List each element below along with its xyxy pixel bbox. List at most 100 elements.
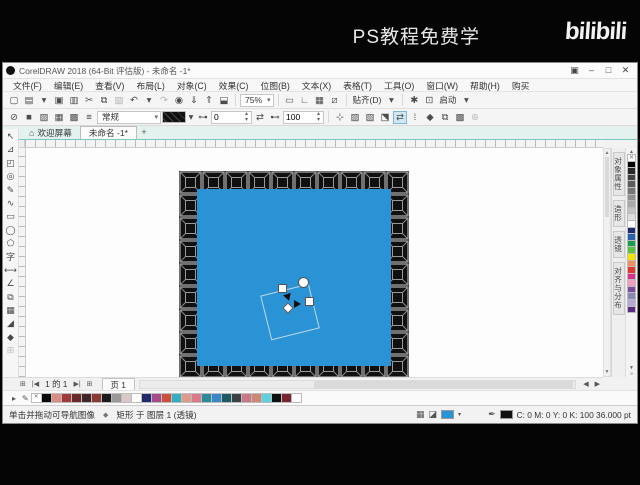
menu-buy[interactable]: 购买 xyxy=(506,79,536,92)
horizontal-scroll-thumb[interactable] xyxy=(314,381,573,388)
paste-icon[interactable]: ▨ xyxy=(112,94,126,107)
fill-color-swatch[interactable] xyxy=(441,410,454,419)
menu-bitmaps[interactable]: 位图(B) xyxy=(254,79,295,92)
menu-text[interactable]: 文本(X) xyxy=(296,79,337,92)
polygon-tool[interactable]: ⬠ xyxy=(4,237,18,250)
first-page-icon[interactable]: |◀ xyxy=(29,380,42,388)
export-icon[interactable]: ⇑ xyxy=(202,94,216,107)
copy-icon[interactable]: ⧉ xyxy=(97,94,111,107)
ellipse-tool[interactable]: ◯ xyxy=(4,224,18,237)
search-icon[interactable]: ◉ xyxy=(172,94,186,107)
docker-tab-object-properties[interactable]: 对象属性 xyxy=(613,152,625,196)
transparency-tool[interactable]: ▦ xyxy=(4,304,18,317)
background-transparency-input[interactable] xyxy=(284,112,314,122)
menu-object[interactable]: 对象(C) xyxy=(171,79,213,92)
workspace-icon[interactable]: ▣ xyxy=(566,64,583,77)
rectangle-tool[interactable]: ▭ xyxy=(4,210,18,223)
add-page-button[interactable]: ⊞ xyxy=(17,380,29,388)
transparency-pattern-picker[interactable] xyxy=(162,111,186,123)
merge-mode-combo[interactable]: 常规 ▾ xyxy=(97,111,161,124)
save-icon[interactable]: ▣ xyxy=(52,94,66,107)
outline-color-swatch[interactable] xyxy=(500,410,513,419)
redo-icon[interactable]: ↷ xyxy=(157,94,171,107)
text-tool[interactable]: 字 xyxy=(4,251,18,264)
print-icon[interactable]: ▥ xyxy=(67,94,81,107)
open-caret-icon[interactable]: ▾ xyxy=(37,94,51,107)
snap-to-button[interactable]: 贴齐(D) xyxy=(351,94,384,106)
horizontal-ruler[interactable] xyxy=(25,140,603,148)
handle-arrow-right-icon[interactable] xyxy=(294,300,301,308)
zoom-tool[interactable]: ◎ xyxy=(4,170,18,183)
wrap-transparency-icon[interactable]: ▩ xyxy=(453,111,467,124)
add-page-button[interactable]: ⊞ xyxy=(84,380,96,388)
transparency-options-icon[interactable]: ≡ xyxy=(82,111,96,124)
docker-tab-lens[interactable]: 透镜 xyxy=(613,231,625,258)
vertical-scrollbar[interactable]: ▲ ▼ xyxy=(603,148,611,377)
chevron-down-icon[interactable]: ▾ xyxy=(384,94,398,107)
palette-expand-icon[interactable]: » xyxy=(630,371,633,377)
reset-transparency-icon[interactable]: ⊕ xyxy=(468,111,482,124)
scroll-left-icon[interactable]: ◀ xyxy=(580,380,591,388)
freeze-transparency-icon[interactable]: ⁞ xyxy=(408,111,422,124)
no-transparency-icon[interactable]: ⊘ xyxy=(7,111,21,124)
tab-untitled-document[interactable]: 未命名 -1* xyxy=(80,126,137,139)
close-button[interactable]: ✕ xyxy=(617,64,634,77)
page-1-tab[interactable]: 页 1 xyxy=(102,378,135,390)
fill-flyout-icon[interactable]: ▾ xyxy=(458,411,461,418)
maximize-button[interactable]: □ xyxy=(600,64,617,77)
scroll-down-icon[interactable]: ▼ xyxy=(604,369,610,375)
foreground-transparency-field[interactable]: ▴▾ xyxy=(211,111,252,124)
minimize-button[interactable]: – xyxy=(583,64,600,77)
transparency-target-icon[interactable]: ⊹ xyxy=(333,111,347,124)
freehand-tool[interactable]: ✎ xyxy=(4,184,18,197)
options-gear-icon[interactable]: ✱ xyxy=(407,94,421,107)
crop-tool[interactable]: ◰ xyxy=(4,157,18,170)
palette-flyout-icon[interactable]: ▸ xyxy=(9,394,19,403)
drawing-canvas[interactable] xyxy=(26,148,603,377)
fill-transparency-icon[interactable]: ▨ xyxy=(348,111,362,124)
shadow-tool[interactable]: ⧉ xyxy=(4,291,18,304)
docker-tab-shaping[interactable]: 造形 xyxy=(613,200,625,227)
scroll-right-icon[interactable]: ▶ xyxy=(592,380,603,388)
application-launcher-icon[interactable]: ⊡ xyxy=(422,94,436,107)
menu-layout[interactable]: 布局(L) xyxy=(130,79,170,92)
interactive-fill-tool[interactable]: ◆ xyxy=(4,331,18,344)
cut-icon[interactable]: ✂ xyxy=(82,94,96,107)
show-guidelines-icon[interactable]: ⧄ xyxy=(328,94,342,107)
menu-effects[interactable]: 效果(C) xyxy=(213,79,255,92)
shape-tool[interactable]: ⊿ xyxy=(4,143,18,156)
new-document-icon[interactable]: ▢ xyxy=(7,94,21,107)
docker-tab-align-distribute[interactable]: 对齐与分布 xyxy=(613,262,625,315)
menu-edit[interactable]: 编辑(E) xyxy=(48,79,89,92)
handle-circle[interactable] xyxy=(298,277,309,288)
fullscreen-preview-icon[interactable]: ▭ xyxy=(283,94,297,107)
publish-pdf-icon[interactable]: ⬓ xyxy=(217,94,231,107)
menu-window[interactable]: 窗口(W) xyxy=(420,79,464,92)
mirror-tile-icon[interactable]: ◆ xyxy=(423,111,437,124)
copy-transparency-icon[interactable]: ⧉ xyxy=(438,111,452,124)
uniform-transparency-icon[interactable]: ■ xyxy=(22,111,36,124)
open-icon[interactable]: ▤ xyxy=(22,94,36,107)
background-transparency-field[interactable]: ▴▾ xyxy=(283,111,324,124)
scroll-up-icon[interactable]: ▲ xyxy=(604,150,610,156)
menu-tools[interactable]: 工具(O) xyxy=(378,79,420,92)
launch-button[interactable]: 启动 xyxy=(437,94,458,106)
texture-transparency-icon[interactable]: ▩ xyxy=(67,111,81,124)
dimension-tool[interactable]: ⟷ xyxy=(4,264,18,277)
menu-table[interactable]: 表格(T) xyxy=(337,79,378,92)
artistic-media-tool[interactable]: ∿ xyxy=(4,197,18,210)
smart-fill-tool[interactable]: ⊞ xyxy=(4,344,18,357)
last-page-icon[interactable]: ▶| xyxy=(70,380,83,388)
stepper-icon[interactable]: ▴▾ xyxy=(242,111,251,123)
import-icon[interactable]: ⇓ xyxy=(187,94,201,107)
color-swatch[interactable] xyxy=(291,393,302,403)
undo-caret-icon[interactable]: ▾ xyxy=(142,94,156,107)
fountain-transparency-icon[interactable]: ▨ xyxy=(37,111,51,124)
new-tab-button[interactable]: + xyxy=(137,126,151,139)
chevron-down-icon[interactable]: ▾ xyxy=(459,94,473,107)
menu-file[interactable]: 文件(F) xyxy=(7,79,48,92)
edit-transparency-icon[interactable]: ⇄ xyxy=(393,111,407,124)
stepper-icon[interactable]: ▴▾ xyxy=(314,111,323,123)
show-grid-icon[interactable]: ▦ xyxy=(313,94,327,107)
zoom-level-combo[interactable]: 75% ▾ xyxy=(240,94,274,107)
